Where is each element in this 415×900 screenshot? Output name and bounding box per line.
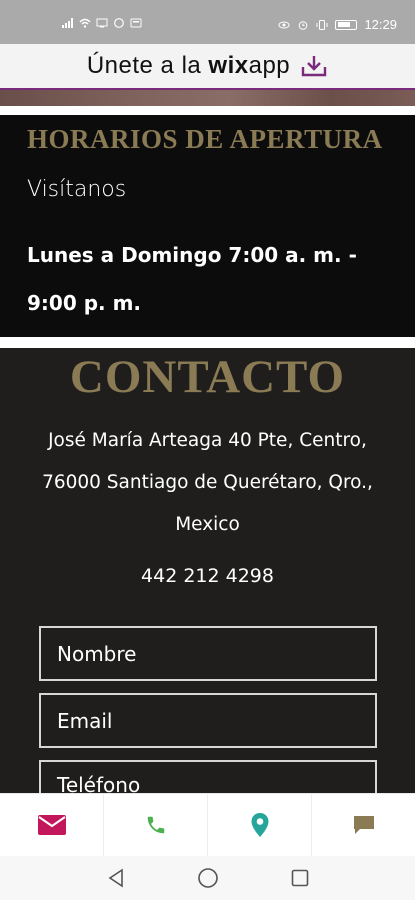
home-circle-icon <box>197 868 218 888</box>
chat-icon <box>353 816 374 834</box>
system-navigation-bar <box>0 856 415 900</box>
clock: 12:29 <box>364 17 397 32</box>
email-field[interactable]: Email <box>39 693 377 748</box>
contact-title: CONTACTO <box>69 351 346 403</box>
whatsapp-icon <box>114 18 124 28</box>
call-action-button[interactable] <box>104 794 208 856</box>
recents-button[interactable] <box>288 866 312 890</box>
home-button[interactable] <box>196 866 220 890</box>
contact-phone[interactable]: 442 212 4298 <box>0 565 415 587</box>
email-action-button[interactable] <box>0 794 104 856</box>
screen-icon <box>96 18 108 28</box>
wifi-icon <box>79 18 91 28</box>
email-placeholder: Email <box>57 708 113 733</box>
alarm-icon <box>299 20 308 30</box>
banner-brand: wix <box>208 52 249 79</box>
status-left-icons <box>62 18 142 28</box>
back-button[interactable] <box>104 866 128 890</box>
banner-text: Únete a la wixapp <box>87 52 290 80</box>
back-triangle-icon <box>108 868 123 888</box>
contact-section: CONTACTO José María Arteaga 40 Pte, Cent… <box>0 348 415 810</box>
contact-address: José María Arteaga 40 Pte, Centro, 76000… <box>42 430 373 535</box>
status-right-icons: 12:29 <box>278 17 397 32</box>
quick-action-bar <box>0 793 415 856</box>
name-field[interactable]: Nombre <box>39 626 377 681</box>
name-placeholder: Nombre <box>57 641 137 666</box>
banner-suffix: app <box>248 52 291 79</box>
wix-app-banner[interactable]: Únete a la wixapp <box>0 44 415 90</box>
phone-icon <box>147 816 164 834</box>
hours-title: HORARIOS DE APERTURA <box>27 124 383 154</box>
mail-icon <box>37 815 66 835</box>
signal-icon <box>62 18 73 28</box>
hero-image-strip <box>0 90 415 106</box>
map-action-button[interactable] <box>208 794 312 856</box>
opening-hours-section: HORARIOS DE APERTURA Visítanos Lunes a D… <box>0 115 415 337</box>
notification-icon <box>130 18 142 28</box>
status-bar: 12:29 <box>0 0 415 44</box>
recents-square-icon <box>291 869 308 887</box>
download-icon[interactable] <box>300 53 328 79</box>
eye-icon <box>278 21 290 28</box>
vibrate-icon <box>316 19 328 30</box>
location-icon <box>251 813 268 837</box>
banner-prefix: Únete a la <box>86 52 209 79</box>
hours-subtitle: Visítanos <box>27 177 127 202</box>
chat-action-button[interactable] <box>312 794 415 856</box>
battery-icon <box>335 19 358 30</box>
hours-schedule: Lunes a Domingo 7:00 a. m. - 9:00 p. m. <box>27 243 357 315</box>
